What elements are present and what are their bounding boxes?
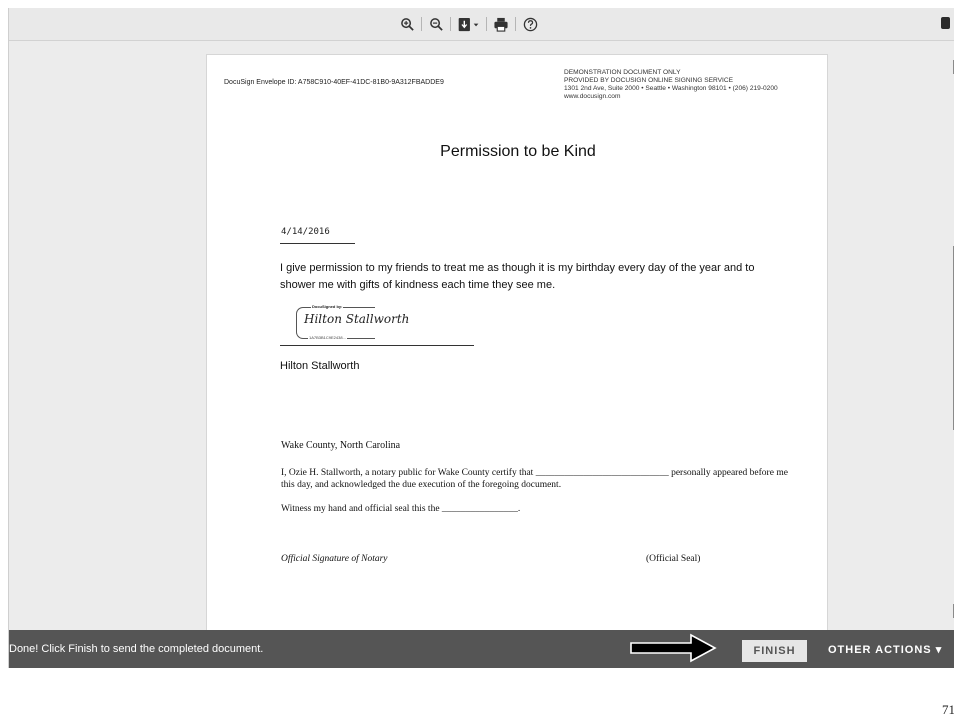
signature-stamp-label: DocuSigned by: <box>311 304 344 309</box>
demo-header-line: PROVIDED BY DOCUSIGN ONLINE SIGNING SERV… <box>564 77 734 84</box>
notary-statement: I, Ozie H. Stallworth, a notary public f… <box>281 468 788 490</box>
toolbar-separator <box>450 17 451 31</box>
action-bar: Done! Click Finish to send the completed… <box>9 630 954 668</box>
toolbar-separator <box>486 17 487 31</box>
notary-signature-label: Official Signature of Notary <box>281 554 388 564</box>
witness-line: Witness my hand and official seal this t… <box>281 504 521 514</box>
signature-handwriting: Hilton Stallworth <box>304 312 410 326</box>
help-icon[interactable] <box>519 14 541 34</box>
document-page: DocuSign Envelope ID: A758C910-40EF-41DC… <box>206 54 828 644</box>
date-value: 4/14/2016 <box>281 227 330 237</box>
notary-county: Wake County, North Carolina <box>281 440 401 451</box>
date-line <box>280 243 355 244</box>
demo-header-line: DEMONSTRATION DOCUMENT ONLY <box>564 69 681 76</box>
demo-header: DEMONSTRATION DOCUMENT ONLY PROVIDED BY … <box>564 69 778 101</box>
done-message: Done! Click Finish to send the completed… <box>9 643 264 655</box>
envelope-id: DocuSign Envelope ID: A758C910-40EF-41DC… <box>224 79 444 86</box>
toolbar-separator <box>515 17 516 31</box>
download-icon[interactable] <box>455 14 483 34</box>
side-panel-icon[interactable] <box>941 17 950 29</box>
document-title: Permission to be Kind <box>440 143 596 160</box>
zoom-out-icon[interactable] <box>425 14 447 34</box>
permission-text: I give permission to my friends to treat… <box>280 262 755 291</box>
demo-header-line: 1301 2nd Ave, Suite 2000 • Seattle • Was… <box>564 85 778 92</box>
zoom-in-icon[interactable] <box>396 14 418 34</box>
signing-viewer: DocuSign Envelope ID: A758C910-40EF-41DC… <box>8 8 954 668</box>
signature-line <box>280 345 474 346</box>
signer-name: Hilton Stallworth <box>280 360 360 372</box>
demo-header-line: www.docusign.com <box>564 93 621 100</box>
page-number: 71 <box>942 702 954 717</box>
official-seal-label: (Official Seal) <box>646 554 701 564</box>
finish-button[interactable]: FINISH <box>742 640 807 662</box>
print-icon[interactable] <box>490 14 512 34</box>
toolbar <box>9 8 954 41</box>
toolbar-separator <box>421 17 422 31</box>
other-actions-menu[interactable]: OTHER ACTIONS ▾ <box>828 643 942 656</box>
signature-stamp-code: 1A7B3B1C9E2438... <box>308 335 347 340</box>
arrow-right-icon <box>630 633 717 663</box>
